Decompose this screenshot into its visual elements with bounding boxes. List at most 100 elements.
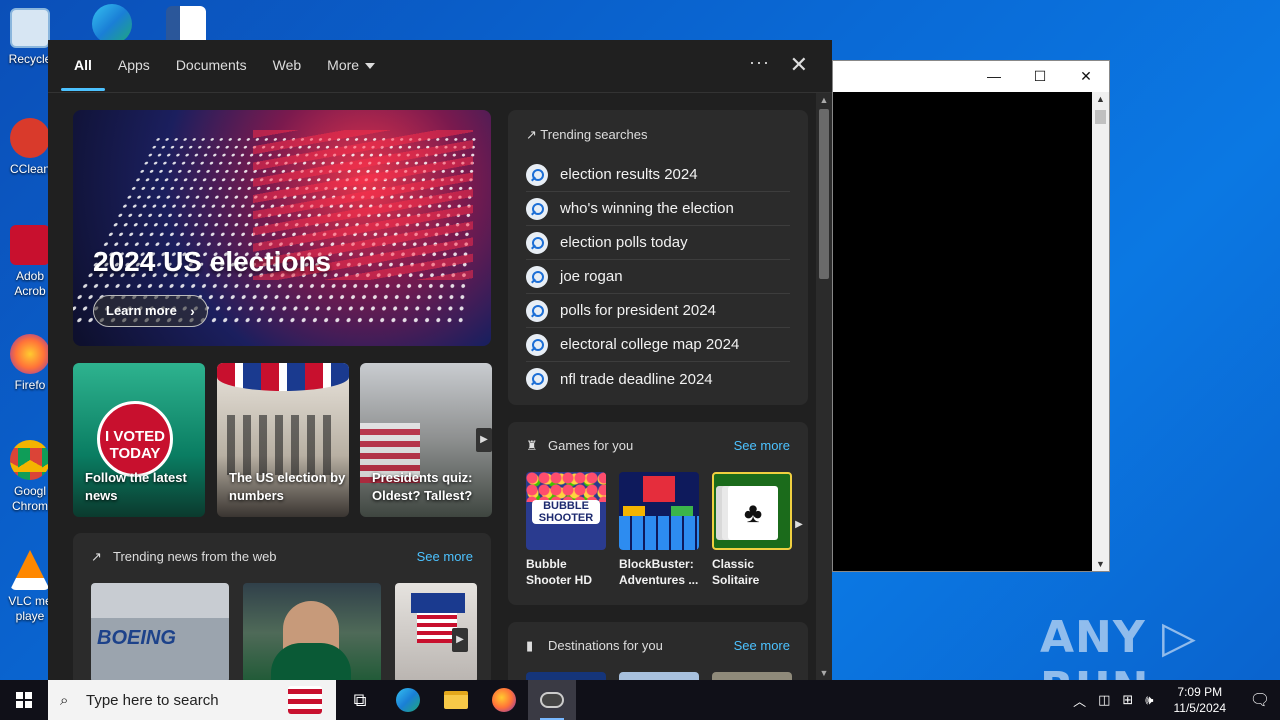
desktop-icon-adobe-acrobat[interactable]: Adob Acrob [6, 225, 54, 299]
network-icon[interactable]: ⊞ [1116, 692, 1139, 708]
clock-date: 11/5/2024 [1174, 700, 1227, 716]
i-voted-sticker-image: I VOTED TODAY [97, 401, 173, 477]
firefox-icon [10, 334, 50, 374]
game-tile-classic-solitaire[interactable]: ♣ Classic Solitaire [712, 472, 792, 588]
trending-search-item[interactable]: election polls today [526, 226, 790, 260]
card-presidents-quiz[interactable]: Presidents quiz: Oldest? Tallest? [360, 363, 492, 517]
destination-thumbnail[interactable] [712, 672, 792, 680]
learn-more-button[interactable]: Learn more › [93, 295, 208, 327]
trending-search-item[interactable]: who's winning the election [526, 192, 790, 226]
scroll-up-icon[interactable]: ▲ [1092, 94, 1109, 104]
bubbles-image [526, 472, 606, 502]
trending-search-item[interactable]: polls for president 2024 [526, 294, 790, 328]
destination-thumbnail[interactable] [619, 672, 699, 680]
trending-searches-section: ↗ Trending searches election results 202… [508, 110, 808, 405]
edge-icon [92, 4, 132, 44]
taskbar-file-explorer[interactable] [432, 680, 480, 720]
maximize-button[interactable]: ☐ [1017, 68, 1063, 85]
volume-icon[interactable]: 🕪 [1139, 692, 1159, 708]
search-icon [526, 300, 548, 322]
card-follow-latest-news[interactable]: I VOTED TODAY Follow the latest news [73, 363, 205, 517]
search-icon [526, 198, 548, 220]
tab-more[interactable]: More [314, 40, 388, 93]
more-options-button[interactable]: ··· [749, 52, 770, 73]
game-tile-blockbuster[interactable]: BlockBuster: Adventures ... [619, 472, 699, 588]
jersey-image [271, 643, 351, 680]
desktop-icon-label: Firefo [6, 378, 54, 393]
task-view-button[interactable]: ⧉ [336, 680, 384, 720]
tab-all[interactable]: All [61, 40, 105, 93]
taskbar: ⌕ Type here to search ⧉ ︿ ◫ ⊞ 🕪 7:09 PM … [0, 680, 1280, 720]
games-next-arrow-icon[interactable]: ▶ [792, 514, 806, 536]
scroll-up-icon[interactable]: ▲ [816, 95, 832, 105]
window-titlebar[interactable]: — ☐ ✕ [833, 61, 1109, 91]
scroll-thumb[interactable] [819, 109, 829, 279]
show-hidden-icons-chevron-icon[interactable]: ︿ [1067, 691, 1092, 710]
trending-search-text: election results 2024 [560, 166, 698, 183]
desktop-icon-recycle-bin[interactable]: Recycle [6, 8, 54, 67]
bunting-image [217, 363, 349, 391]
close-panel-button[interactable]: ✕ [790, 52, 808, 78]
acrobat-icon [10, 225, 50, 265]
tab-apps[interactable]: Apps [105, 40, 163, 93]
news-next-arrow-icon[interactable]: ▶ [452, 628, 468, 652]
taskbar-clock[interactable]: 7:09 PM 11/5/2024 [1160, 684, 1241, 716]
trending-news-title: Trending news from the web [113, 549, 277, 564]
trending-news-see-more[interactable]: See more [417, 549, 473, 564]
destinations-see-more[interactable]: See more [734, 638, 790, 653]
app-icon [540, 692, 564, 708]
scroll-thumb[interactable] [1095, 110, 1106, 124]
game-tile-bubble-shooter[interactable]: BUBBLE SHOOTER Bubble Shooter HD [526, 472, 606, 588]
chrome-icon [10, 440, 50, 480]
games-see-more[interactable]: See more [734, 438, 790, 453]
desktop-icon-vlc[interactable]: VLC me playe [6, 550, 54, 624]
firefox-icon [492, 688, 516, 712]
trending-searches-list: election results 2024 who's winning the … [526, 158, 790, 396]
news-thumbnail[interactable]: BOEING [91, 583, 229, 680]
start-button[interactable] [0, 680, 48, 720]
destination-thumbnail[interactable] [526, 672, 606, 680]
meet-icon[interactable]: ◫ [1092, 692, 1116, 708]
tab-web[interactable]: Web [260, 40, 315, 93]
hero-card-elections[interactable]: 2024 US elections Learn more › [73, 110, 491, 346]
desktop-icon-ccleaner[interactable]: CClean [6, 118, 54, 177]
taskbar-edge[interactable] [384, 680, 432, 720]
game-art [619, 472, 699, 550]
game-piece-icon: ♜ [526, 438, 542, 454]
tab-documents[interactable]: Documents [163, 40, 260, 93]
trending-news-header: ↗ Trending news from the web [91, 549, 277, 565]
trending-search-item[interactable]: election results 2024 [526, 158, 790, 192]
trending-search-item[interactable]: nfl trade deadline 2024 [526, 362, 790, 396]
card-label: Follow the latest news [85, 469, 205, 505]
desktop-icon-firefox[interactable]: Firefo [6, 334, 54, 393]
boeing-logo: BOEING [97, 627, 176, 650]
recycle-bin-icon [10, 8, 50, 48]
minimize-button[interactable]: — [971, 68, 1017, 84]
trending-searches-header: ↗ Trending searches [526, 127, 647, 143]
luggage-icon: ▮ [526, 638, 542, 654]
sticker-text: I VOTED TODAY [100, 428, 170, 462]
window-scrollbar[interactable]: ▲ ▼ [1092, 92, 1109, 571]
trending-search-item[interactable]: joe rogan [526, 260, 790, 294]
background-window[interactable]: — ☐ ✕ ▲ ▼ [832, 60, 1110, 572]
trending-search-item[interactable]: electoral college map 2024 [526, 328, 790, 362]
trending-search-text: joe rogan [560, 268, 623, 285]
panel-scrollbar[interactable]: ▲ ▼ [816, 93, 832, 680]
desktop-icon-chrome[interactable]: Googl Chrom [6, 440, 54, 514]
taskbar-active-app[interactable] [528, 680, 576, 720]
ccleaner-icon [10, 118, 50, 158]
taskbar-search-placeholder: Type here to search [86, 692, 219, 709]
notifications-icon[interactable]: 🗨 [1240, 690, 1280, 710]
scroll-down-icon[interactable]: ▼ [1092, 559, 1109, 569]
cards-next-arrow-icon[interactable]: ▶ [476, 428, 492, 452]
window-content [833, 92, 1093, 571]
edge-icon [396, 688, 420, 712]
taskbar-search-box[interactable]: ⌕ Type here to search [48, 680, 336, 720]
close-window-button[interactable]: ✕ [1063, 68, 1109, 85]
news-thumbnail[interactable] [243, 583, 381, 680]
trending-search-text: nfl trade deadline 2024 [560, 371, 713, 388]
taskbar-firefox[interactable] [480, 680, 528, 720]
trending-news-section: ↗ Trending news from the web See more BOE… [73, 533, 491, 680]
scroll-down-icon[interactable]: ▼ [816, 668, 832, 678]
card-election-by-numbers[interactable]: The US election by numbers [217, 363, 349, 517]
